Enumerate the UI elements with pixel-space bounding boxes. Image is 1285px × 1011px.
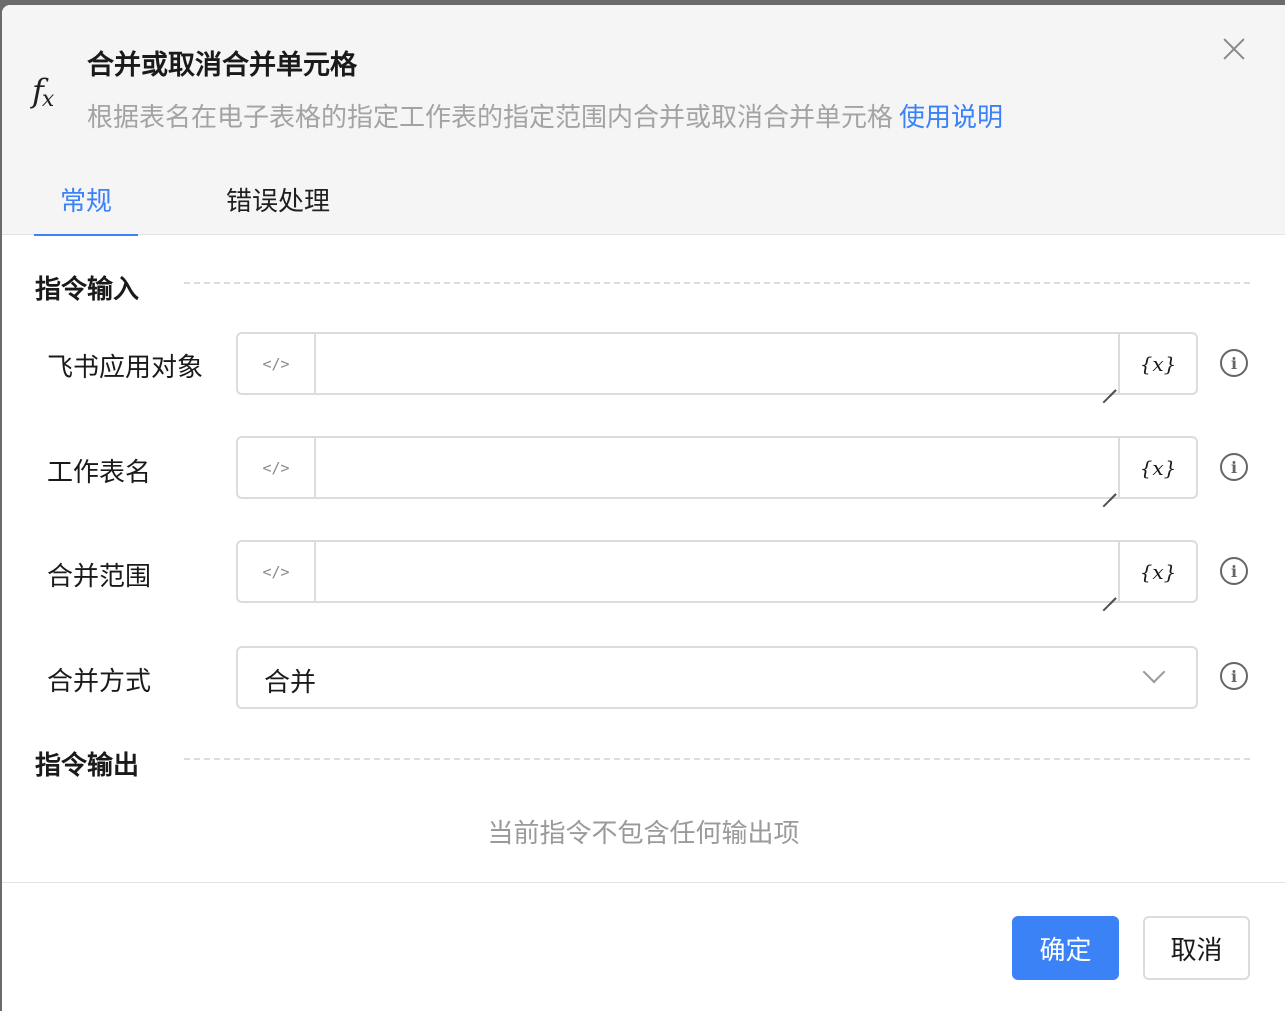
info-icon[interactable]: i	[1220, 349, 1248, 377]
variable-icon-label: {x}	[1139, 455, 1177, 480]
info-icon[interactable]: i	[1220, 453, 1248, 481]
code-icon[interactable]: </>	[238, 334, 316, 393]
code-icon[interactable]: </>	[238, 542, 316, 601]
resize-handle-icon[interactable]	[1102, 377, 1116, 391]
variable-icon[interactable]: {x}	[1118, 438, 1196, 497]
dialog-description: 根据表名在电子表格的指定工作表的指定范围内合并或取消合并单元格 使用说明	[87, 97, 1003, 134]
feishu-app-input: </> {x}	[236, 332, 1198, 395]
sheet-name-textarea[interactable]	[316, 438, 1118, 497]
field-label-merge-mode: 合并方式	[47, 667, 152, 697]
field-label-merge-range: 合并范围	[47, 562, 152, 592]
info-icon[interactable]: i	[1220, 557, 1248, 585]
merge-mode-select[interactable]: 合并	[236, 646, 1198, 709]
section-divider	[184, 282, 1250, 284]
feishu-app-textarea[interactable]	[316, 334, 1118, 393]
fx-icon: fx	[32, 72, 55, 112]
close-icon[interactable]	[1220, 35, 1248, 63]
tab-general[interactable]: 常规	[34, 177, 138, 236]
tab-error-handling[interactable]: 错误处理	[226, 177, 330, 235]
field-label-sheet-name: 工作表名	[47, 458, 152, 488]
confirm-button[interactable]: 确定	[1012, 916, 1119, 980]
output-empty-message: 当前指令不包含任何输出项	[487, 819, 800, 849]
sheet-name-input: </> {x}	[236, 436, 1198, 499]
section-output-title: 指令输出	[35, 751, 140, 781]
merge-mode-value: 合并	[264, 668, 317, 698]
dialog-header: fx 合并或取消合并单元格 根据表名在电子表格的指定工作表的指定范围内合并或取消…	[2, 5, 1285, 236]
chevron-down-icon	[1142, 660, 1166, 684]
code-icon[interactable]: </>	[238, 438, 316, 497]
description-text: 根据表名在电子表格的指定工作表的指定范围内合并或取消合并单元格	[87, 103, 894, 133]
cancel-button[interactable]: 取消	[1143, 916, 1250, 980]
variable-icon-label: {x}	[1139, 351, 1177, 376]
resize-handle-icon[interactable]	[1102, 585, 1116, 599]
dialog-title: 合并或取消合并单元格	[87, 50, 357, 81]
variable-icon[interactable]: {x}	[1118, 542, 1196, 601]
merge-cells-dialog: fx 合并或取消合并单元格 根据表名在电子表格的指定工作表的指定范围内合并或取消…	[2, 5, 1285, 1011]
merge-range-textarea[interactable]	[316, 542, 1118, 601]
merge-range-input: </> {x}	[236, 540, 1198, 603]
resize-handle-icon[interactable]	[1102, 481, 1116, 495]
help-link[interactable]: 使用说明	[899, 103, 1003, 133]
variable-icon-label: {x}	[1139, 559, 1177, 584]
field-label-feishu-app: 飞书应用对象	[47, 353, 204, 383]
info-icon[interactable]: i	[1220, 662, 1248, 690]
variable-icon[interactable]: {x}	[1118, 334, 1196, 393]
footer-divider	[2, 882, 1285, 883]
section-input-title: 指令输入	[35, 275, 140, 305]
section-divider	[184, 758, 1250, 760]
